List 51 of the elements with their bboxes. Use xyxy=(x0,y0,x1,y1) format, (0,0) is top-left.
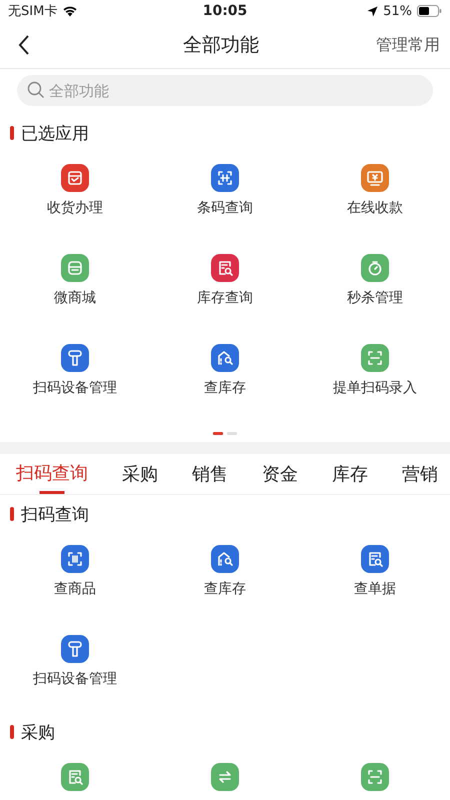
house-search-icon[interactable] xyxy=(211,344,239,372)
app-label[interactable]: 扫码设备管理 xyxy=(33,379,117,397)
document-search-icon[interactable] xyxy=(61,763,89,791)
page-title: 全部功能 xyxy=(183,33,259,58)
carrier-text: 无SIM卡 xyxy=(8,3,58,20)
scan-frame-icon[interactable] xyxy=(361,344,389,372)
search-icon xyxy=(27,81,45,99)
battery-percent: 51% xyxy=(383,4,412,18)
manage-button[interactable]: 管理常用 xyxy=(376,34,440,56)
category-tab[interactable]: 销售 xyxy=(188,454,232,494)
app-label[interactable]: 条码查询 xyxy=(197,199,253,217)
location-arrow-icon xyxy=(367,6,378,16)
app-label[interactable]: 微商城 xyxy=(54,289,96,307)
house-search-icon[interactable] xyxy=(211,545,239,573)
app-label[interactable]: 查库存 xyxy=(204,580,246,598)
app-label[interactable]: 提单扫码录入 xyxy=(333,379,417,397)
scanner-icon[interactable] xyxy=(61,635,89,663)
search-field[interactable]: 全部功能 xyxy=(17,75,433,106)
battery-icon xyxy=(417,5,442,17)
category-tab[interactable]: 采购 xyxy=(118,454,162,494)
app-label[interactable]: 收货办理 xyxy=(47,199,103,217)
accent-bar xyxy=(10,507,14,521)
package-icon[interactable] xyxy=(61,164,89,192)
category-tab[interactable]: 库存 xyxy=(328,454,372,494)
app-label[interactable]: 库存查询 xyxy=(197,289,253,307)
wifi-icon xyxy=(62,5,78,17)
clock-text: 10:05 xyxy=(202,3,248,19)
stopwatch-icon[interactable] xyxy=(361,254,389,282)
document-search-icon[interactable] xyxy=(361,545,389,573)
app-label[interactable]: 在线收款 xyxy=(347,199,403,217)
section-heading: 采购 xyxy=(21,722,55,744)
exchange-icon[interactable] xyxy=(211,763,239,791)
app-label[interactable]: 查库存 xyxy=(204,379,246,397)
category-tab[interactable]: 扫码查询 xyxy=(12,454,92,494)
app-label[interactable]: 查商品 xyxy=(54,580,96,598)
scanner-icon[interactable] xyxy=(61,344,89,372)
section-heading: 已选应用 xyxy=(21,122,89,144)
scan-icon[interactable] xyxy=(211,164,239,192)
monitor-icon[interactable] xyxy=(361,164,389,192)
app-label[interactable]: 扫码设备管理 xyxy=(33,670,117,688)
app-label[interactable]: 秒杀管理 xyxy=(347,289,403,307)
accent-bar xyxy=(10,126,14,140)
section-heading: 扫码查询 xyxy=(21,504,89,526)
accent-bar xyxy=(10,725,14,739)
document-search-icon[interactable] xyxy=(211,254,239,282)
category-tab[interactable]: 资金 xyxy=(258,454,302,494)
store-icon[interactable] xyxy=(61,254,89,282)
category-tab[interactable]: 营销 xyxy=(398,454,442,494)
app-label[interactable]: 查单据 xyxy=(354,580,396,598)
scan-frame-icon[interactable] xyxy=(361,763,389,791)
barcode-scan-icon[interactable] xyxy=(61,545,89,573)
